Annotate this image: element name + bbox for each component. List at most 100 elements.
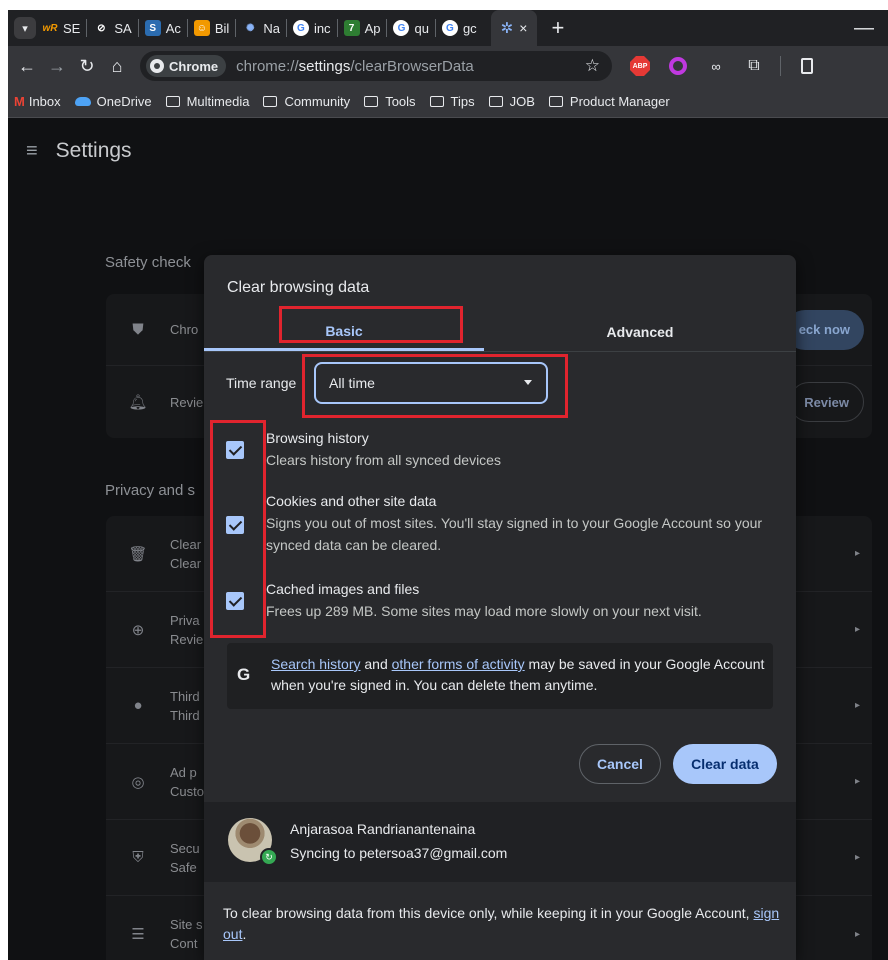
url-prefix: chrome://: [236, 57, 299, 75]
address-bar[interactable]: Chrome chrome://settings/clearBrowserDat…: [140, 51, 612, 81]
ring-icon: [669, 57, 687, 75]
folder-icon: [165, 96, 180, 107]
arrow-right-icon: ▸: [854, 624, 860, 635]
chrome-logo-icon: [150, 59, 164, 73]
tab-advanced[interactable]: Advanced: [484, 313, 796, 351]
row-line2: Revie: [170, 631, 204, 647]
new-tab-button[interactable]: +: [551, 15, 564, 41]
annotation-highlight-time-range: [302, 354, 568, 418]
info-text: Search history and other forms of activi…: [271, 654, 765, 696]
reload-icon[interactable]: ↻: [72, 56, 102, 77]
folder-icon: [548, 96, 563, 107]
hamburger-menu-icon[interactable]: ≡: [26, 140, 38, 163]
trash-icon: 🗑︎: [128, 545, 148, 563]
settings-gear-icon: ✲: [500, 20, 514, 37]
browser-tab[interactable]: ⊘ SA: [87, 10, 137, 46]
google-g-icon: G: [237, 665, 251, 684]
tab-title: Bil: [214, 20, 230, 36]
arrow-right-icon: ▸: [854, 548, 860, 559]
other-activity-link[interactable]: other forms of activity: [392, 656, 525, 672]
tabs-divider: [204, 351, 796, 352]
tab-title: Ap: [364, 20, 381, 36]
browser-tab[interactable]: wR SE: [36, 10, 86, 46]
minimize-window-button[interactable]: —: [854, 17, 874, 40]
row-line2: Custo: [170, 783, 204, 799]
tab-title: SA: [114, 20, 132, 36]
url-path: /clearBrowserData: [350, 57, 474, 75]
chrome-site-chip[interactable]: Chrome: [146, 55, 227, 77]
bookmark-label: Inbox: [28, 94, 61, 109]
review-button[interactable]: Review: [789, 382, 864, 422]
check-now-button[interactable]: eck now: [784, 309, 864, 350]
browser-tab[interactable]: G gc: [436, 10, 483, 46]
bookmark-folder-job[interactable]: JOB: [488, 94, 535, 109]
google-favicon-icon: G: [441, 20, 458, 36]
bookmark-folder-tips[interactable]: Tips: [429, 94, 475, 109]
shield-icon: ⛨: [132, 849, 144, 866]
tab-title: Na: [263, 20, 280, 36]
bookmark-label: JOB: [509, 94, 535, 109]
folder-icon: [263, 96, 278, 107]
ring-extension[interactable]: [668, 56, 688, 76]
privacy-section-title: Privacy and s: [105, 482, 196, 499]
tab-title: gc: [462, 20, 477, 36]
adblock-plus-extension[interactable]: ABP: [630, 56, 650, 76]
clear-data-button[interactable]: Clear data: [673, 744, 777, 784]
tab-search-chevron-icon[interactable]: ▾: [14, 17, 36, 39]
forward-arrow-icon[interactable]: →: [42, 56, 72, 77]
bookmark-inbox[interactable]: M Inbox: [14, 94, 61, 109]
sync-icon: ↻: [260, 848, 278, 866]
bookmark-label: Product Manager: [569, 94, 670, 109]
cancel-button[interactable]: Cancel: [579, 744, 661, 784]
bookmark-label: OneDrive: [96, 94, 152, 109]
home-icon[interactable]: ⌂: [102, 56, 132, 77]
tab-title: Ac: [165, 20, 181, 36]
bookmark-folder-community[interactable]: Community: [263, 94, 350, 109]
row-line2: Clear: [170, 555, 202, 571]
url-host: settings: [298, 57, 351, 75]
tab-favicon-icon: wR: [42, 22, 58, 34]
browser-tab[interactable]: ☺ Bil: [188, 10, 235, 46]
browser-tab[interactable]: G inc: [287, 10, 337, 46]
abp-icon: ABP: [630, 56, 650, 76]
browser-tab[interactable]: S Ac: [139, 10, 187, 46]
bookmarks-bar: M Inbox OneDrive Multimedia Community Too…: [8, 86, 888, 118]
bookmark-folder-tools[interactable]: Tools: [364, 94, 416, 109]
bookmark-folder-multimedia[interactable]: Multimedia: [165, 94, 249, 109]
bookmark-folder-product-manager[interactable]: Product Manager: [548, 94, 670, 109]
row-text: Clear Clear: [170, 535, 201, 573]
browser-tab[interactable]: 7 Ap: [338, 10, 387, 46]
url-text[interactable]: chrome://settings/clearBrowserData: [236, 58, 474, 75]
active-tab-settings[interactable]: ✲ ×: [490, 10, 538, 46]
toolbar-separator: [780, 56, 781, 76]
account-name: Anjarasoa Randrianantenaina: [290, 821, 476, 837]
browser-tab[interactable]: ✺ Na: [236, 10, 286, 46]
google-activity-info: G Search history and other forms of acti…: [227, 643, 773, 709]
back-arrow-icon[interactable]: ←: [12, 56, 42, 77]
tab-strip: ▾ wR SE ⊘ SA S Ac ☺ Bil ✺ Na G inc 7 Ap …: [8, 10, 888, 46]
settings-header: ≡ Settings: [8, 118, 888, 184]
bookmark-label: Tips: [450, 94, 475, 109]
option-description: Signs you out of most sites. You'll stay…: [266, 515, 763, 553]
browser-tab[interactable]: G qu: [387, 10, 434, 46]
footer-text: To clear browsing data from this device …: [223, 905, 754, 921]
tab-title: SE: [63, 20, 81, 36]
row-line2: Cont: [170, 936, 198, 951]
bookmark-onedrive[interactable]: OneDrive: [74, 94, 152, 109]
dialog-title: Clear browsing data: [227, 279, 370, 296]
row-text: Third Third: [170, 687, 200, 725]
option-description: Frees up 289 MB. Some sites may load mor…: [266, 603, 702, 619]
info-text-part: and: [360, 656, 392, 672]
tab-close-icon[interactable]: ×: [519, 20, 527, 36]
bookmark-star-icon[interactable]: ☆: [585, 56, 600, 76]
sync-status: Syncing to petersoa37@gmail.com: [290, 845, 508, 861]
extensions-puzzle-icon[interactable]: ⧉: [744, 56, 764, 76]
option-title: Browsing history: [266, 430, 369, 446]
tab-title: inc: [313, 20, 331, 36]
glasses-extension-icon[interactable]: ∞: [706, 56, 726, 76]
arrow-right-icon: ▸: [854, 700, 860, 711]
side-panel-icon[interactable]: [801, 58, 813, 74]
cloud-icon: [74, 97, 91, 106]
shield-check-icon: ⛊: [132, 321, 144, 338]
search-history-link[interactable]: Search history: [271, 656, 360, 672]
